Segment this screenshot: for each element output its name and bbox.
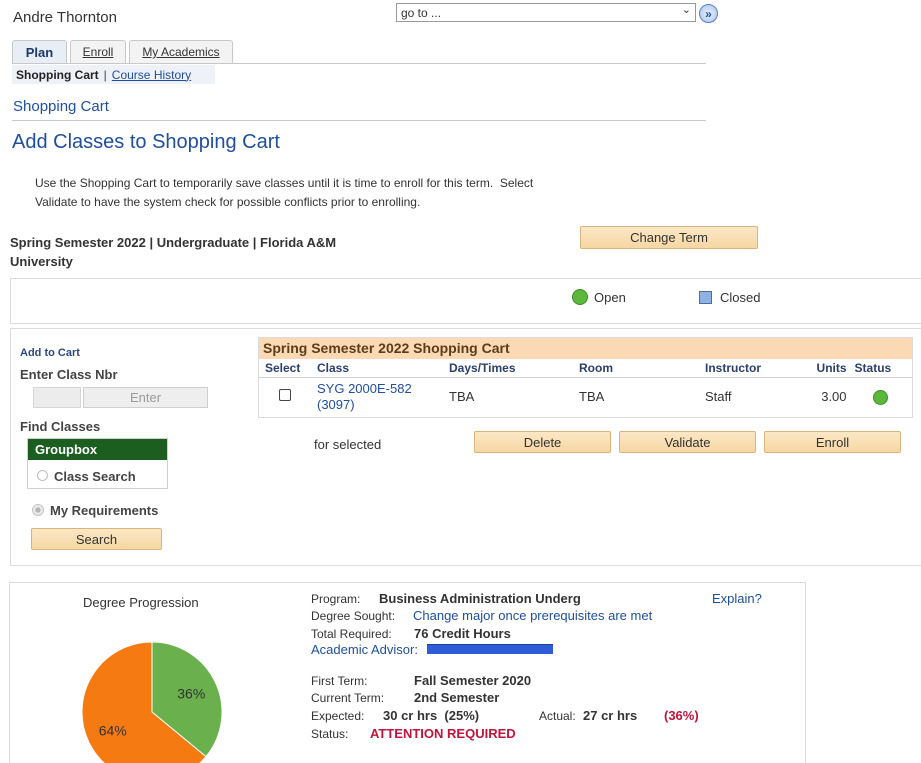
my-requirements-label: My Requirements [50,503,159,518]
breadcrumb-divider [12,120,706,121]
open-status-icon [572,289,588,305]
tab-plan-label: Plan [25,44,54,60]
subnav-current: Shopping Cart [16,67,99,82]
explain-link[interactable]: Explain? [712,591,762,606]
chevron-down-icon: ⌄ [681,4,691,16]
total-required-label: Total Required: [311,627,392,641]
term-line-2: University [10,254,73,269]
actual-value: 27 cr hrs [583,708,638,723]
units-cell: 3.00 [821,389,847,405]
first-term-label: First Term: [311,674,368,688]
search-button[interactable]: Search [31,528,162,550]
col-days-times: Days/Times [443,359,573,378]
class-link[interactable]: SYG 2000E-582 [317,381,437,397]
closed-status-icon [699,291,712,304]
tab-enroll-label: Enroll [82,45,114,59]
total-required-value: 76 Credit Hours [414,626,511,641]
status-value: ATTENTION REQUIRED [370,726,516,741]
tab-enroll[interactable]: Enroll [70,40,126,63]
breadcrumb: Shopping Cart [13,98,109,115]
page-title: Add Classes to Shopping Cart [12,131,280,153]
tab-underline [12,63,706,64]
table-row: SYG 2000E-582 (3097) TBA TBA Staff 3.00 [259,378,912,416]
current-term-label: Current Term: [311,691,385,705]
shopping-cart-table: Select Class Days/Times Room Instructor … [259,359,912,416]
degree-sought-value[interactable]: Change major once prerequisites are met [413,608,652,623]
goto-forward-icon[interactable]: » [699,4,718,23]
shopping-cart-panel: Spring Semester 2022 Shopping Cart Selec… [258,337,913,418]
find-classes-label: Find Classes [20,419,101,434]
legend-box [10,278,921,324]
select-checkbox[interactable] [279,389,291,402]
instructions-line-1: Use the Shopping Cart to temporarily sav… [35,176,534,190]
class-number[interactable]: (3097) [317,397,437,413]
validate-button[interactable]: Validate [619,431,756,453]
tab-my-academics-label: My Academics [142,45,220,59]
class-nbr-input[interactable] [33,387,81,408]
subnav-separator: | [103,67,107,82]
legend-open-label: Open [594,290,626,305]
enter-button[interactable]: Enter [83,387,208,408]
legend-closed-label: Closed [720,290,761,305]
pie-label-completed: 36% [177,686,205,702]
col-class: Class [311,359,443,378]
subnav-course-history-link[interactable]: Course History [112,68,191,82]
enter-class-nbr-label: Enter Class Nbr [20,367,118,382]
for-selected-label: for selected [314,437,382,452]
pie-label-remaining: 64% [99,722,127,738]
goto-select-value: go to ... [401,5,442,20]
class-search-radio[interactable] [37,470,48,481]
program-label: Program: [311,592,361,606]
expected-label: Expected: [311,709,365,723]
my-requirements-radio[interactable] [32,504,44,516]
col-room: Room [573,359,699,378]
col-instructor: Instructor [699,359,799,378]
status-label: Status: [311,727,349,741]
term-line-1: Spring Semester 2022 | Undergraduate | F… [10,235,337,250]
actual-label: Actual: [539,709,576,723]
change-term-button[interactable]: Change Term [580,226,758,249]
instructor-cell: Staff [705,389,732,405]
current-term-value: 2nd Semester [414,690,500,705]
academic-advisor-label[interactable]: Academic Advisor: [311,642,418,657]
subnav: Shopping Cart | Course History [12,65,215,84]
user-name: Andre Thornton [13,9,117,26]
degree-sought-label: Degree Sought: [311,609,396,623]
class-search-label: Class Search [54,469,136,484]
delete-button[interactable]: Delete [474,431,611,453]
groupbox-title: Groupbox [28,439,167,460]
shopping-cart-title: Spring Semester 2022 Shopping Cart [259,338,912,359]
col-units: Units [799,359,849,378]
col-select: Select [259,359,311,378]
expected-value: 30 cr hrs (25%) [383,708,480,723]
advisor-redaction [427,644,553,654]
first-term-value: Fall Semester 2020 [414,673,532,688]
tab-plan[interactable]: Plan [12,40,67,63]
instructions-line-2: Validate to have the system check for po… [35,195,421,209]
add-to-cart-title: Add to Cart [20,347,80,359]
room-cell: TBA [579,389,605,405]
tab-my-academics[interactable]: My Academics [129,40,233,63]
degree-chart-title: Degree Progression [83,595,199,610]
col-status: Status [848,359,912,378]
actual-percent: (36%) [664,708,699,723]
goto-select[interactable]: go to ... ⌄ [396,3,696,22]
degree-pie-chart: 36% 64% [81,641,223,763]
enroll-button[interactable]: Enroll [764,431,901,453]
open-status-icon [872,389,888,405]
days-times-cell: TBA [449,389,475,405]
program-value: Business Administration Underg [379,591,581,606]
